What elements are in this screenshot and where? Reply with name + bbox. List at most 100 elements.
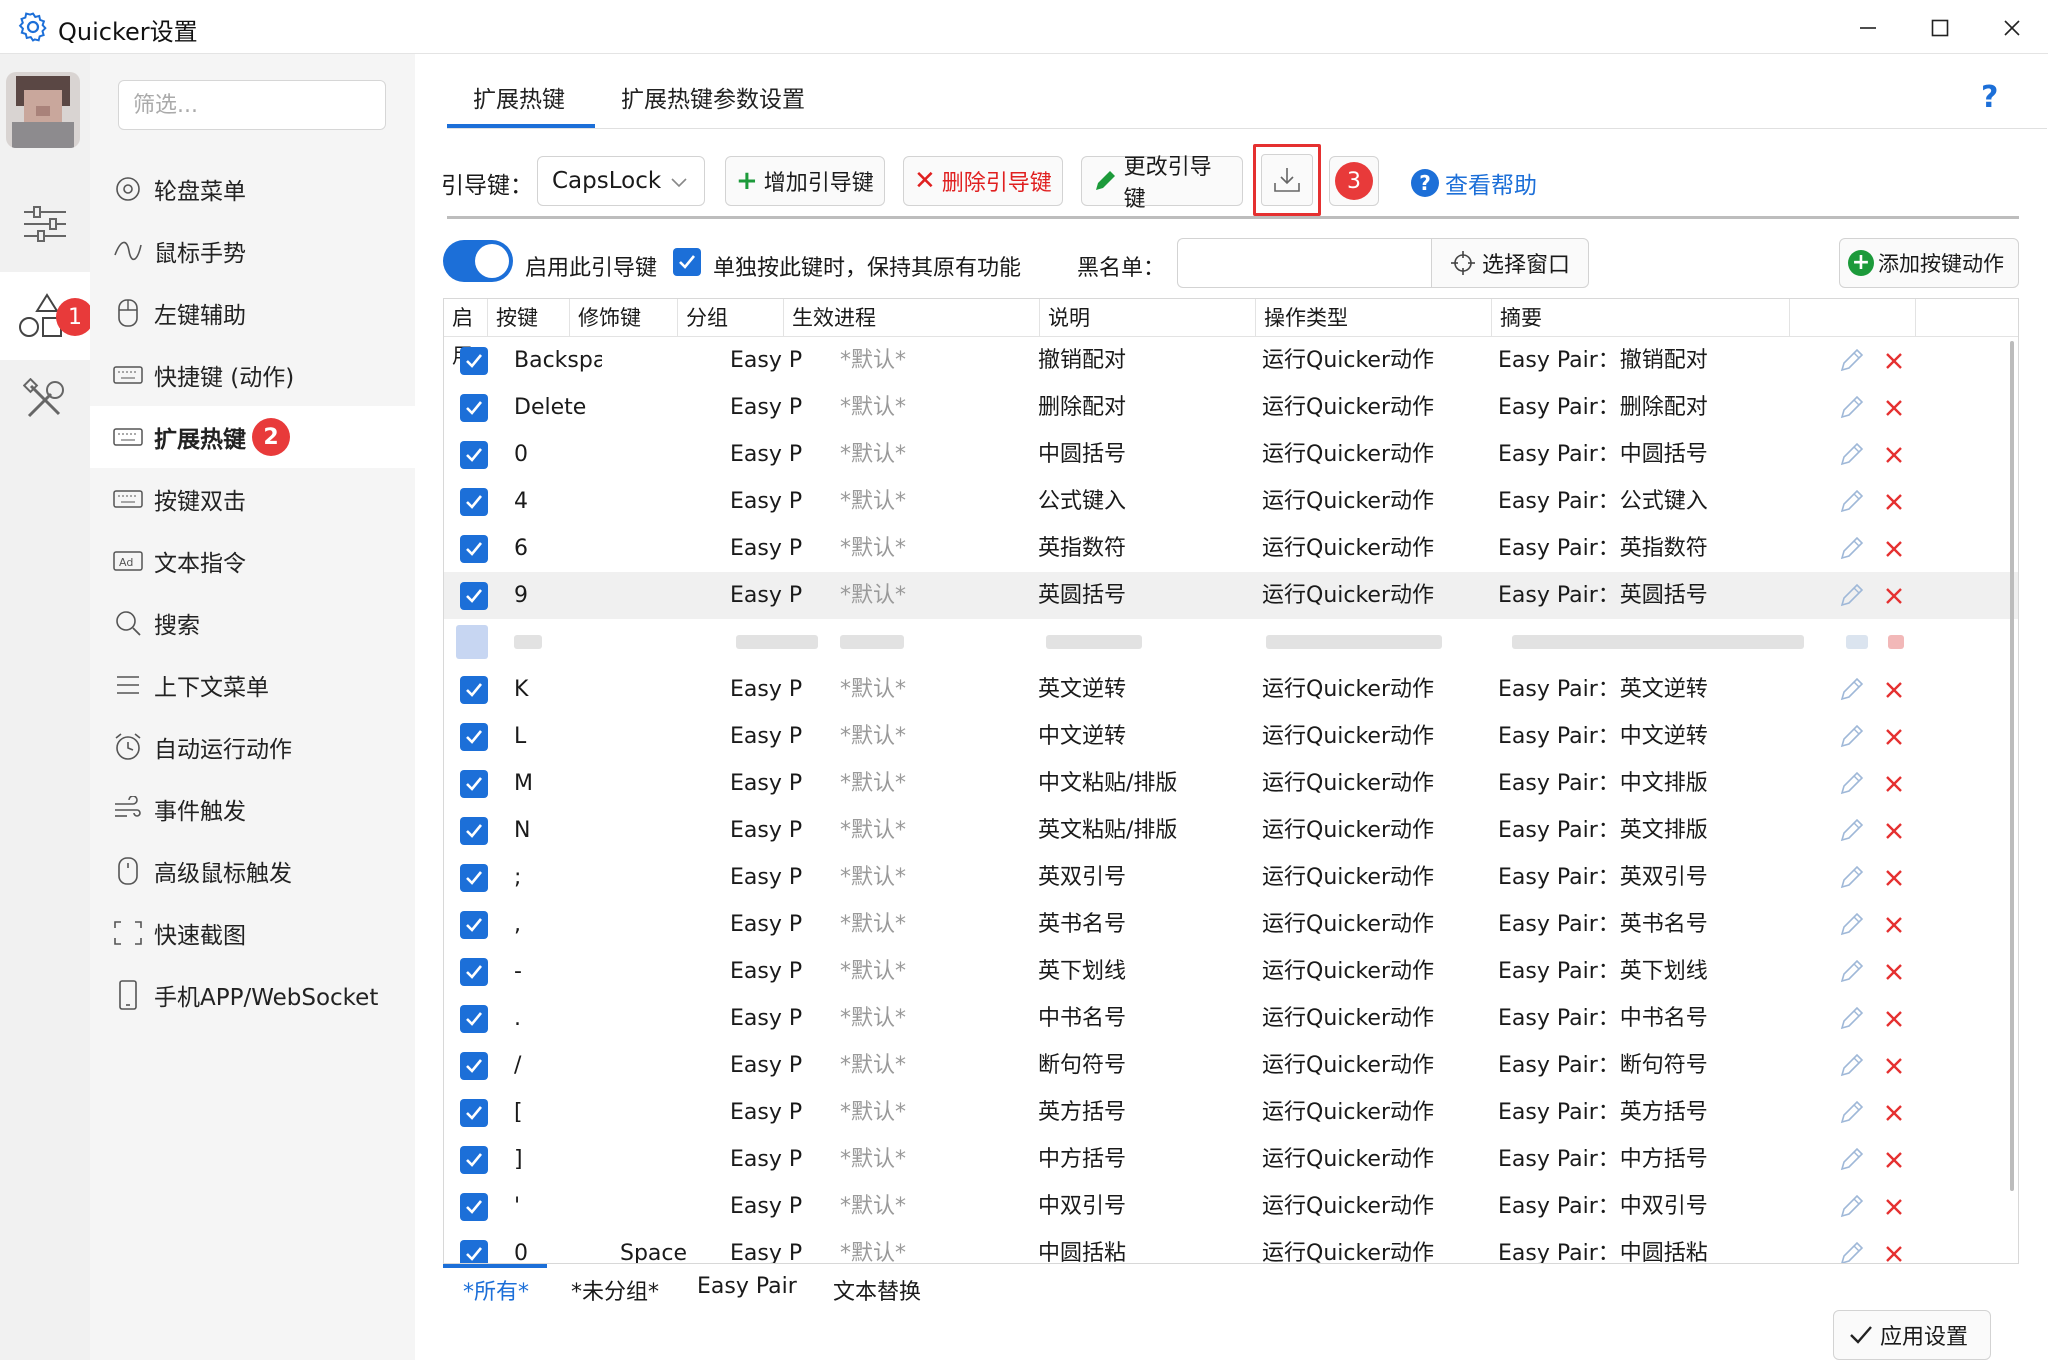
rail-shapes-button[interactable]: 1 <box>0 272 94 360</box>
tab-ext-hotkey[interactable]: 扩展热键 <box>473 80 565 124</box>
table-row[interactable]: 0 Space Easy Pair *默认* 中圆括粘 运行Quicker动作 Easy P… <box>444 1230 2018 1263</box>
row-delete-button[interactable] <box>1884 760 1912 807</box>
group-tab-easy-pair[interactable]: Easy Pair <box>697 1274 797 1299</box>
row-edit-button[interactable] <box>1838 901 1872 948</box>
row-enabled-checkbox[interactable] <box>460 722 488 751</box>
row-enabled-checkbox[interactable] <box>460 816 488 845</box>
row-delete-button[interactable] <box>1884 337 1912 384</box>
column-header-action-type[interactable]: 操作类型 <box>1256 299 1492 337</box>
row-enabled-checkbox[interactable] <box>460 910 488 939</box>
row-enabled-checkbox[interactable] <box>460 393 488 422</box>
maximize-button[interactable] <box>1912 8 1968 48</box>
table-row[interactable]: [Easy Pair *默认* 英方括号 运行Quicker动作 Easy Pair：英… <box>444 1089 2018 1136</box>
table-row[interactable] <box>444 619 2018 666</box>
row-delete-button[interactable] <box>1884 1042 1912 1089</box>
row-edit-button[interactable] <box>1838 713 1872 760</box>
row-edit-button[interactable] <box>1838 854 1872 901</box>
row-edit-button[interactable] <box>1838 572 1872 619</box>
import-button[interactable] <box>1261 154 1313 206</box>
row-enabled-checkbox[interactable] <box>460 1051 488 1080</box>
sidebar-item-left-click[interactable]: 左键辅助 <box>90 282 415 344</box>
row-delete-button[interactable] <box>1884 854 1912 901</box>
table-row[interactable]: ] Easy Pair *默认* 中方括号 运行Quicker动作 Easy Pair：中… <box>444 1136 2018 1183</box>
column-header-process[interactable]: 生效进程 <box>784 299 1040 337</box>
group-tab-ungrouped[interactable]: *未分组* <box>571 1274 659 1306</box>
keep-original-checkbox[interactable] <box>673 248 701 276</box>
row-delete-button[interactable] <box>1884 525 1912 572</box>
row-enabled-checkbox[interactable] <box>460 957 488 986</box>
sidebar-item-mouse-gesture[interactable]: 鼠标手势 <box>90 220 415 282</box>
import-button-highlight[interactable] <box>1253 144 1321 216</box>
delete-lead-key-button[interactable]: ✕ 删除引导键 <box>903 156 1063 206</box>
table-row[interactable]: - Easy Pair *默认* 英下划线 运行Quicker动作 Easy Pair：英… <box>444 948 2018 995</box>
row-edit-button[interactable] <box>1838 525 1872 572</box>
row-edit-button[interactable] <box>1838 1230 1872 1263</box>
row-delete-button[interactable] <box>1884 572 1912 619</box>
edit-lead-key-button[interactable]: 更改引导键 <box>1081 155 1243 212</box>
avatar[interactable] <box>6 72 80 148</box>
table-row[interactable]: M Easy Pair *默认* 中文粘贴/排版 运行Quicker动作 Easy Pai… <box>444 760 2018 807</box>
row-delete-button[interactable] <box>1884 901 1912 948</box>
row-edit-button[interactable] <box>1838 1089 1872 1136</box>
add-key-action-button[interactable]: + 添加按键动作 <box>1839 238 2019 288</box>
row-edit-button[interactable] <box>1838 478 1872 525</box>
row-edit-button[interactable] <box>1838 948 1872 995</box>
sidebar-item-shortcut[interactable]: 快捷键 (动作) <box>90 344 415 406</box>
vertical-scrollbar[interactable] <box>2010 341 2014 1191</box>
annotation-button[interactable]: 3 <box>1329 156 1379 206</box>
table-row[interactable]: . Easy Pair *默认* 中书名号 运行Quicker动作 Easy Pair：中… <box>444 995 2018 1042</box>
row-delete-button[interactable] <box>1884 1089 1912 1136</box>
row-edit-button[interactable] <box>1838 1042 1872 1089</box>
add-lead-key-button[interactable]: + 增加引导键 <box>725 156 885 206</box>
table-row[interactable]: K Easy Pair *默认* 英文逆转 运行Quicker动作 Easy Pair：英… <box>444 666 2018 713</box>
row-delete-button[interactable] <box>1884 431 1912 478</box>
row-edit-button[interactable] <box>1838 384 1872 431</box>
row-enabled-checkbox[interactable] <box>460 863 488 892</box>
sidebar-item-double-press[interactable]: 按键双击 <box>90 468 415 530</box>
sidebar-item-screenshot[interactable]: 快速截图 <box>90 902 415 964</box>
column-header-key[interactable]: 按键 <box>488 299 570 337</box>
row-enabled-checkbox[interactable] <box>460 346 488 375</box>
rail-tools-button[interactable] <box>0 360 90 440</box>
row-enabled-checkbox[interactable] <box>460 1098 488 1127</box>
rail-settings-button[interactable] <box>0 184 90 264</box>
column-header-enabled[interactable]: 启用 <box>444 299 488 368</box>
row-enabled-checkbox[interactable] <box>460 487 488 516</box>
table-row[interactable]: 0 Easy Pair *默认* 中圆括号 运行Quicker动作 Easy Pair：中… <box>444 431 2018 478</box>
table-row[interactable]: ' Easy Pair *默认* 中双引号 运行Quicker动作 Easy Pair：中… <box>444 1183 2018 1230</box>
table-row[interactable]: 6 Easy Pair *默认* 英指数符 运行Quicker动作 Easy Pair：英… <box>444 525 2018 572</box>
table-row[interactable]: Delete Easy Pair *默认* 删除配对 运行Quicker动作 Easy P… <box>444 384 2018 431</box>
column-header-modifier[interactable]: 修饰键 <box>570 299 678 337</box>
row-delete-button[interactable] <box>1884 478 1912 525</box>
row-enabled-checkbox[interactable] <box>460 1004 488 1033</box>
row-edit-button[interactable] <box>1838 995 1872 1042</box>
row-enabled-checkbox[interactable] <box>460 1192 488 1221</box>
row-enabled-checkbox[interactable] <box>460 1239 488 1263</box>
table-row[interactable]: ; Easy Pair *默认* 英双引号 运行Quicker动作 Easy Pair：英… <box>444 854 2018 901</box>
sidebar-item-context-menu[interactable]: 上下文菜单 <box>90 654 415 716</box>
row-edit-button[interactable] <box>1838 1183 1872 1230</box>
row-enabled-checkbox[interactable] <box>460 769 488 798</box>
sidebar-item-ext-hotkey[interactable]: 扩展热键 2 <box>90 406 415 468</box>
sidebar-item-event-trigger[interactable]: 事件触发 <box>90 778 415 840</box>
pick-window-button[interactable]: 选择窗口 <box>1431 238 1589 288</box>
column-header-group[interactable]: 分组 <box>678 299 784 337</box>
apply-settings-button[interactable]: 应用设置 <box>1833 1310 1991 1360</box>
row-enabled-checkbox[interactable] <box>460 675 488 704</box>
sidebar-item-search[interactable]: 搜索 <box>90 592 415 654</box>
table-row[interactable]: 9 Easy Pair *默认* 英圆括号 运行Quicker动作 Easy Pair：英… <box>444 572 2018 619</box>
row-delete-button[interactable] <box>1884 1136 1912 1183</box>
table-row[interactable]: L Easy Pair *默认* 中文逆转 运行Quicker动作 Easy Pair：中… <box>444 713 2018 760</box>
row-edit-button[interactable] <box>1838 337 1872 384</box>
tab-ext-hotkey-params[interactable]: 扩展热键参数设置 <box>621 80 805 124</box>
row-enabled-checkbox[interactable] <box>460 534 488 563</box>
table-row[interactable]: N Easy Pair *默认* 英文粘贴/排版 运行Quicker动作 Easy Pai… <box>444 807 2018 854</box>
minimize-button[interactable] <box>1840 8 1896 48</box>
table-row[interactable]: Backspa Easy Pair *默认* 撤销配对 运行Quicker动作 Easy … <box>444 337 2018 384</box>
row-edit-button[interactable] <box>1838 807 1872 854</box>
group-tab-text-replace[interactable]: 文本替换 <box>833 1274 921 1306</box>
table-row[interactable]: / Easy Pair *默认* 断句符号 运行Quicker动作 Easy Pair：断… <box>444 1042 2018 1089</box>
sidebar-item-wheel-menu[interactable]: 轮盘菜单 <box>90 158 415 220</box>
row-enabled-checkbox[interactable] <box>460 1145 488 1174</box>
table-row[interactable]: 4 Easy Pair *默认* 公式键入 运行Quicker动作 Easy Pair：公… <box>444 478 2018 525</box>
